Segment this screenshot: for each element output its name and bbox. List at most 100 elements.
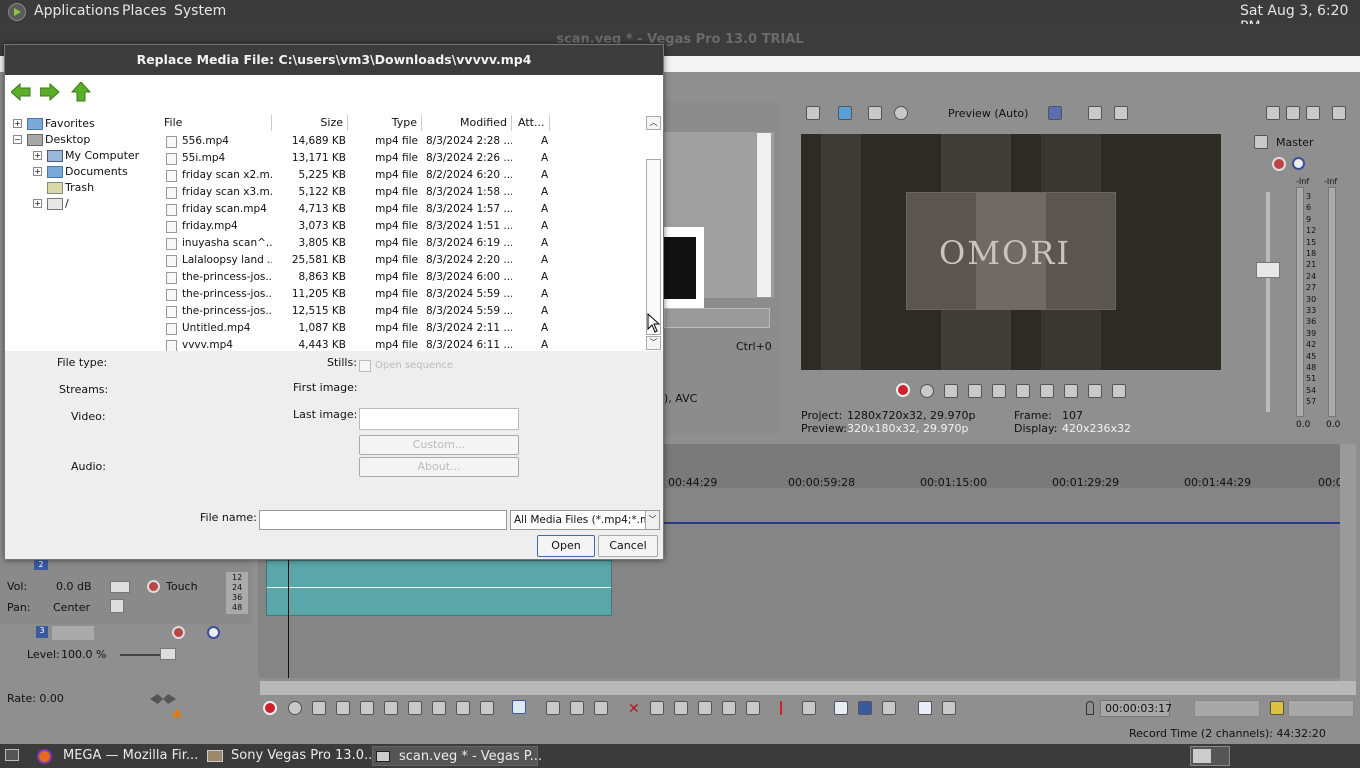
lock-envelopes-icon[interactable] [918, 701, 932, 715]
auto-ripple-icon[interactable] [882, 701, 896, 715]
master-mute-icon[interactable] [1292, 157, 1305, 170]
expand-my-computer-icon[interactable]: + [33, 151, 42, 160]
file-row[interactable]: the-princess-jos... 11,205 KB mp4 file 8/3/… [160, 286, 645, 303]
expand-favorites-icon[interactable]: + [13, 119, 22, 128]
split-screen-icon[interactable] [868, 106, 882, 120]
bottom-loop-icon[interactable] [288, 701, 302, 715]
play-from-start-icon[interactable] [944, 384, 958, 398]
grid-icon[interactable] [1048, 106, 1062, 120]
file-row[interactable]: friday scan x3.m... 5,122 KB mp4 file 8/3/2… [160, 184, 645, 201]
file-row[interactable]: the-princess-jos... 12,515 KB mp4 file 8/3/… [160, 303, 645, 320]
selection-tool-icon[interactable] [570, 701, 584, 715]
track-2-fx-icon[interactable] [147, 580, 160, 593]
custom-button[interactable]: Custom... [359, 435, 519, 455]
workspace-switcher[interactable] [1190, 746, 1230, 766]
master-fx-gear-icon[interactable] [1272, 157, 1286, 171]
record-icon[interactable] [896, 383, 910, 397]
bottom-play-icon[interactable] [336, 701, 350, 715]
track-2-vol-slider[interactable] [110, 581, 130, 593]
places-menu[interactable]: Places [122, 3, 167, 19]
master-dim-icon[interactable] [1332, 106, 1346, 120]
task-vegas[interactable]: scan.veg * - Vegas P... [372, 746, 542, 766]
bottom-record-icon[interactable] [263, 701, 277, 715]
file-row[interactable]: vvvv.mp4 4,443 KB mp4 file 8/3/2024 6:11 ..… [160, 337, 645, 351]
column-size[interactable]: Size [272, 115, 348, 131]
task-firefox[interactable]: MEGA — Mozilla Fir... [37, 746, 201, 766]
master-properties-icon[interactable] [1266, 106, 1280, 120]
file-row[interactable]: inuyasha scan^... 3,805 KB mp4 file 8/3/202… [160, 235, 645, 252]
column-attr[interactable]: Att... [512, 115, 550, 131]
trim-start-icon[interactable] [674, 701, 688, 715]
fast-forward-icon[interactable] [1112, 384, 1126, 398]
column-modified[interactable]: Modified [422, 115, 512, 131]
bottom-go-start-icon[interactable] [408, 701, 422, 715]
master-fader-track[interactable] [1266, 192, 1270, 412]
delete-icon[interactable]: ✕ [628, 701, 640, 717]
file-row[interactable]: 556.mp4 14,689 KB mp4 file 8/3/2024 2:28 ..… [160, 133, 645, 150]
auto-crossfade-icon[interactable] [858, 701, 872, 715]
file-name-input[interactable] [259, 510, 507, 530]
bottom-next-frame-icon[interactable] [480, 701, 494, 715]
media-input[interactable] [664, 308, 770, 328]
track-2-automation-mode[interactable]: Touch [166, 580, 198, 593]
column-type[interactable]: Type [348, 115, 422, 131]
back-arrow-icon[interactable] [11, 83, 31, 101]
scroll-thumb[interactable] [646, 159, 661, 335]
show-desktop-icon[interactable] [5, 749, 19, 761]
gnome-logo-icon[interactable] [8, 3, 26, 21]
chevron-down-icon[interactable]: ﹀ [645, 511, 659, 529]
task-file-browser[interactable]: Sony Vegas Pro 13.0... [207, 746, 376, 766]
trim-end-icon[interactable] [698, 701, 712, 715]
master-enable-icon[interactable] [1254, 135, 1268, 149]
marker-icon[interactable] [780, 701, 790, 715]
track-3-fx-icon[interactable] [172, 626, 185, 639]
bottom-stop-icon[interactable] [384, 701, 398, 715]
rate-slider[interactable] [150, 694, 176, 704]
last-image-field[interactable] [359, 408, 519, 430]
zoom-tool-icon[interactable] [594, 701, 608, 715]
collapse-desktop-icon[interactable]: − [13, 135, 22, 144]
bottom-pause-icon[interactable] [360, 701, 374, 715]
play-icon[interactable] [968, 384, 982, 398]
normal-edit-tool-icon[interactable] [512, 700, 526, 714]
rewind-icon[interactable] [1088, 384, 1102, 398]
master-fader-handle[interactable] [1256, 262, 1280, 278]
tree-item-trash[interactable]: Trash [65, 181, 94, 194]
file-row[interactable]: Untitled.mp4 1,087 KB mp4 file 8/3/2024 2:1… [160, 320, 645, 337]
scroll-down-icon[interactable]: ﹀ [646, 336, 661, 350]
ignore-grouping-icon[interactable] [942, 701, 956, 715]
preview-quality-dropdown[interactable]: Preview (Auto) [948, 107, 1028, 120]
expand-root-icon[interactable]: + [33, 199, 42, 208]
timeline-vscroll[interactable] [1340, 444, 1356, 684]
render-icon[interactable] [1270, 701, 1284, 715]
bottom-go-end-icon[interactable] [432, 701, 446, 715]
lock-icon[interactable] [746, 701, 760, 715]
file-row[interactable]: 55i.mp4 13,171 KB mp4 file 8/3/2024 2:26 ..… [160, 150, 645, 167]
file-row[interactable]: friday scan.mp4 4,713 KB mp4 file 8/3/2024 … [160, 201, 645, 218]
expand-documents-icon[interactable]: + [33, 167, 42, 176]
open-button[interactable]: Open [537, 535, 595, 557]
bottom-prev-frame-icon[interactable] [456, 701, 470, 715]
selection-length-field[interactable] [1194, 700, 1260, 717]
stop-icon[interactable] [1016, 384, 1030, 398]
track-2-pan-slider[interactable] [110, 599, 124, 613]
tree-item-root[interactable]: / [65, 197, 69, 210]
open-sequence-checkbox[interactable] [359, 360, 371, 372]
next-frame-icon[interactable] [1064, 384, 1078, 398]
trim-icon[interactable] [650, 701, 664, 715]
envelope-tool-icon[interactable] [546, 701, 560, 715]
system-menu[interactable]: System [174, 3, 226, 19]
split-icon[interactable] [722, 701, 736, 715]
cancel-button[interactable]: Cancel [598, 535, 658, 557]
snapping-icon[interactable] [834, 701, 848, 715]
track-3-level-slider[interactable] [160, 648, 176, 660]
microphone-icon[interactable] [1086, 701, 1094, 715]
bottom-play-from-start-icon[interactable] [312, 701, 326, 715]
media-scrollbar[interactable] [756, 132, 772, 298]
master-downmix-icon[interactable] [1306, 106, 1320, 120]
tree-item-documents[interactable]: Documents [65, 165, 128, 178]
track-3-header[interactable]: 3 Level: 100.0 % [0, 624, 252, 678]
about-button[interactable]: About... [359, 457, 519, 477]
file-row[interactable]: Lalaloopsy land ... 25,581 KB mp4 file 8/3/… [160, 252, 645, 269]
timecode-display[interactable]: 00:00:03:17 [1100, 700, 1172, 717]
